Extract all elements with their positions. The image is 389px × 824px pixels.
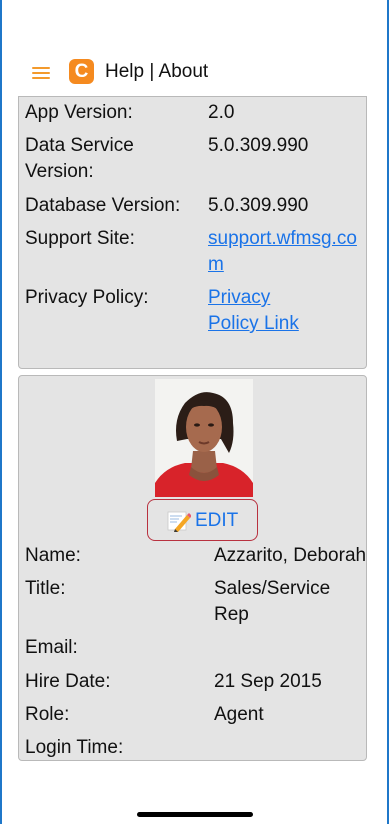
database-version-label: Database Version: bbox=[25, 195, 181, 216]
support-site-label: Support Site: bbox=[25, 228, 135, 249]
privacy-policy-label: Privacy Policy: bbox=[25, 287, 149, 308]
support-site-link[interactable]: support.wfmsg.co bbox=[208, 227, 357, 250]
about-info-card: App Version: 2.0 Data Service Version: 5… bbox=[18, 96, 367, 369]
name-label: Name: bbox=[25, 545, 81, 566]
privacy-policy-link[interactable]: Privacy bbox=[208, 286, 270, 309]
profile-photo bbox=[155, 379, 253, 497]
data-service-version-label-line2: Version: bbox=[25, 161, 94, 182]
hire-date-value: 21 Sep 2015 bbox=[214, 671, 322, 692]
data-service-version-label: Data Service bbox=[25, 135, 134, 156]
edit-profile-button[interactable]: EDIT bbox=[147, 499, 258, 541]
app-version-value: 2.0 bbox=[208, 102, 235, 123]
privacy-policy-link-line2[interactable]: Policy Link bbox=[208, 312, 299, 335]
app-logo-icon: C bbox=[69, 59, 94, 84]
name-value: Azzarito, Deborah bbox=[214, 545, 367, 566]
login-time-label: Login Time: bbox=[25, 737, 124, 758]
hire-date-label: Hire Date: bbox=[25, 671, 111, 692]
database-version-value: 5.0.309.990 bbox=[208, 195, 309, 216]
edit-button-label: EDIT bbox=[195, 510, 239, 531]
home-indicator[interactable] bbox=[137, 812, 253, 817]
app-version-label: App Version: bbox=[25, 102, 133, 123]
role-value: Agent bbox=[214, 704, 264, 725]
page-title: Help | About bbox=[105, 61, 209, 82]
title-value-line2: Rep bbox=[214, 604, 249, 625]
support-site-link-line2[interactable]: m bbox=[208, 253, 224, 276]
title-label: Title: bbox=[25, 578, 66, 599]
role-label: Role: bbox=[25, 704, 70, 725]
title-value: Sales/Service bbox=[214, 578, 331, 599]
profile-card: EDIT Name: Azzarito, Deborah Title: Sale… bbox=[18, 375, 367, 761]
window-frame-left bbox=[0, 0, 2, 824]
pencil-memo-icon bbox=[167, 510, 192, 532]
hamburger-menu-icon[interactable] bbox=[32, 67, 50, 79]
email-label: Email: bbox=[25, 637, 78, 658]
app-header: C Help | About bbox=[2, 52, 387, 92]
data-service-version-value: 5.0.309.990 bbox=[208, 135, 309, 156]
